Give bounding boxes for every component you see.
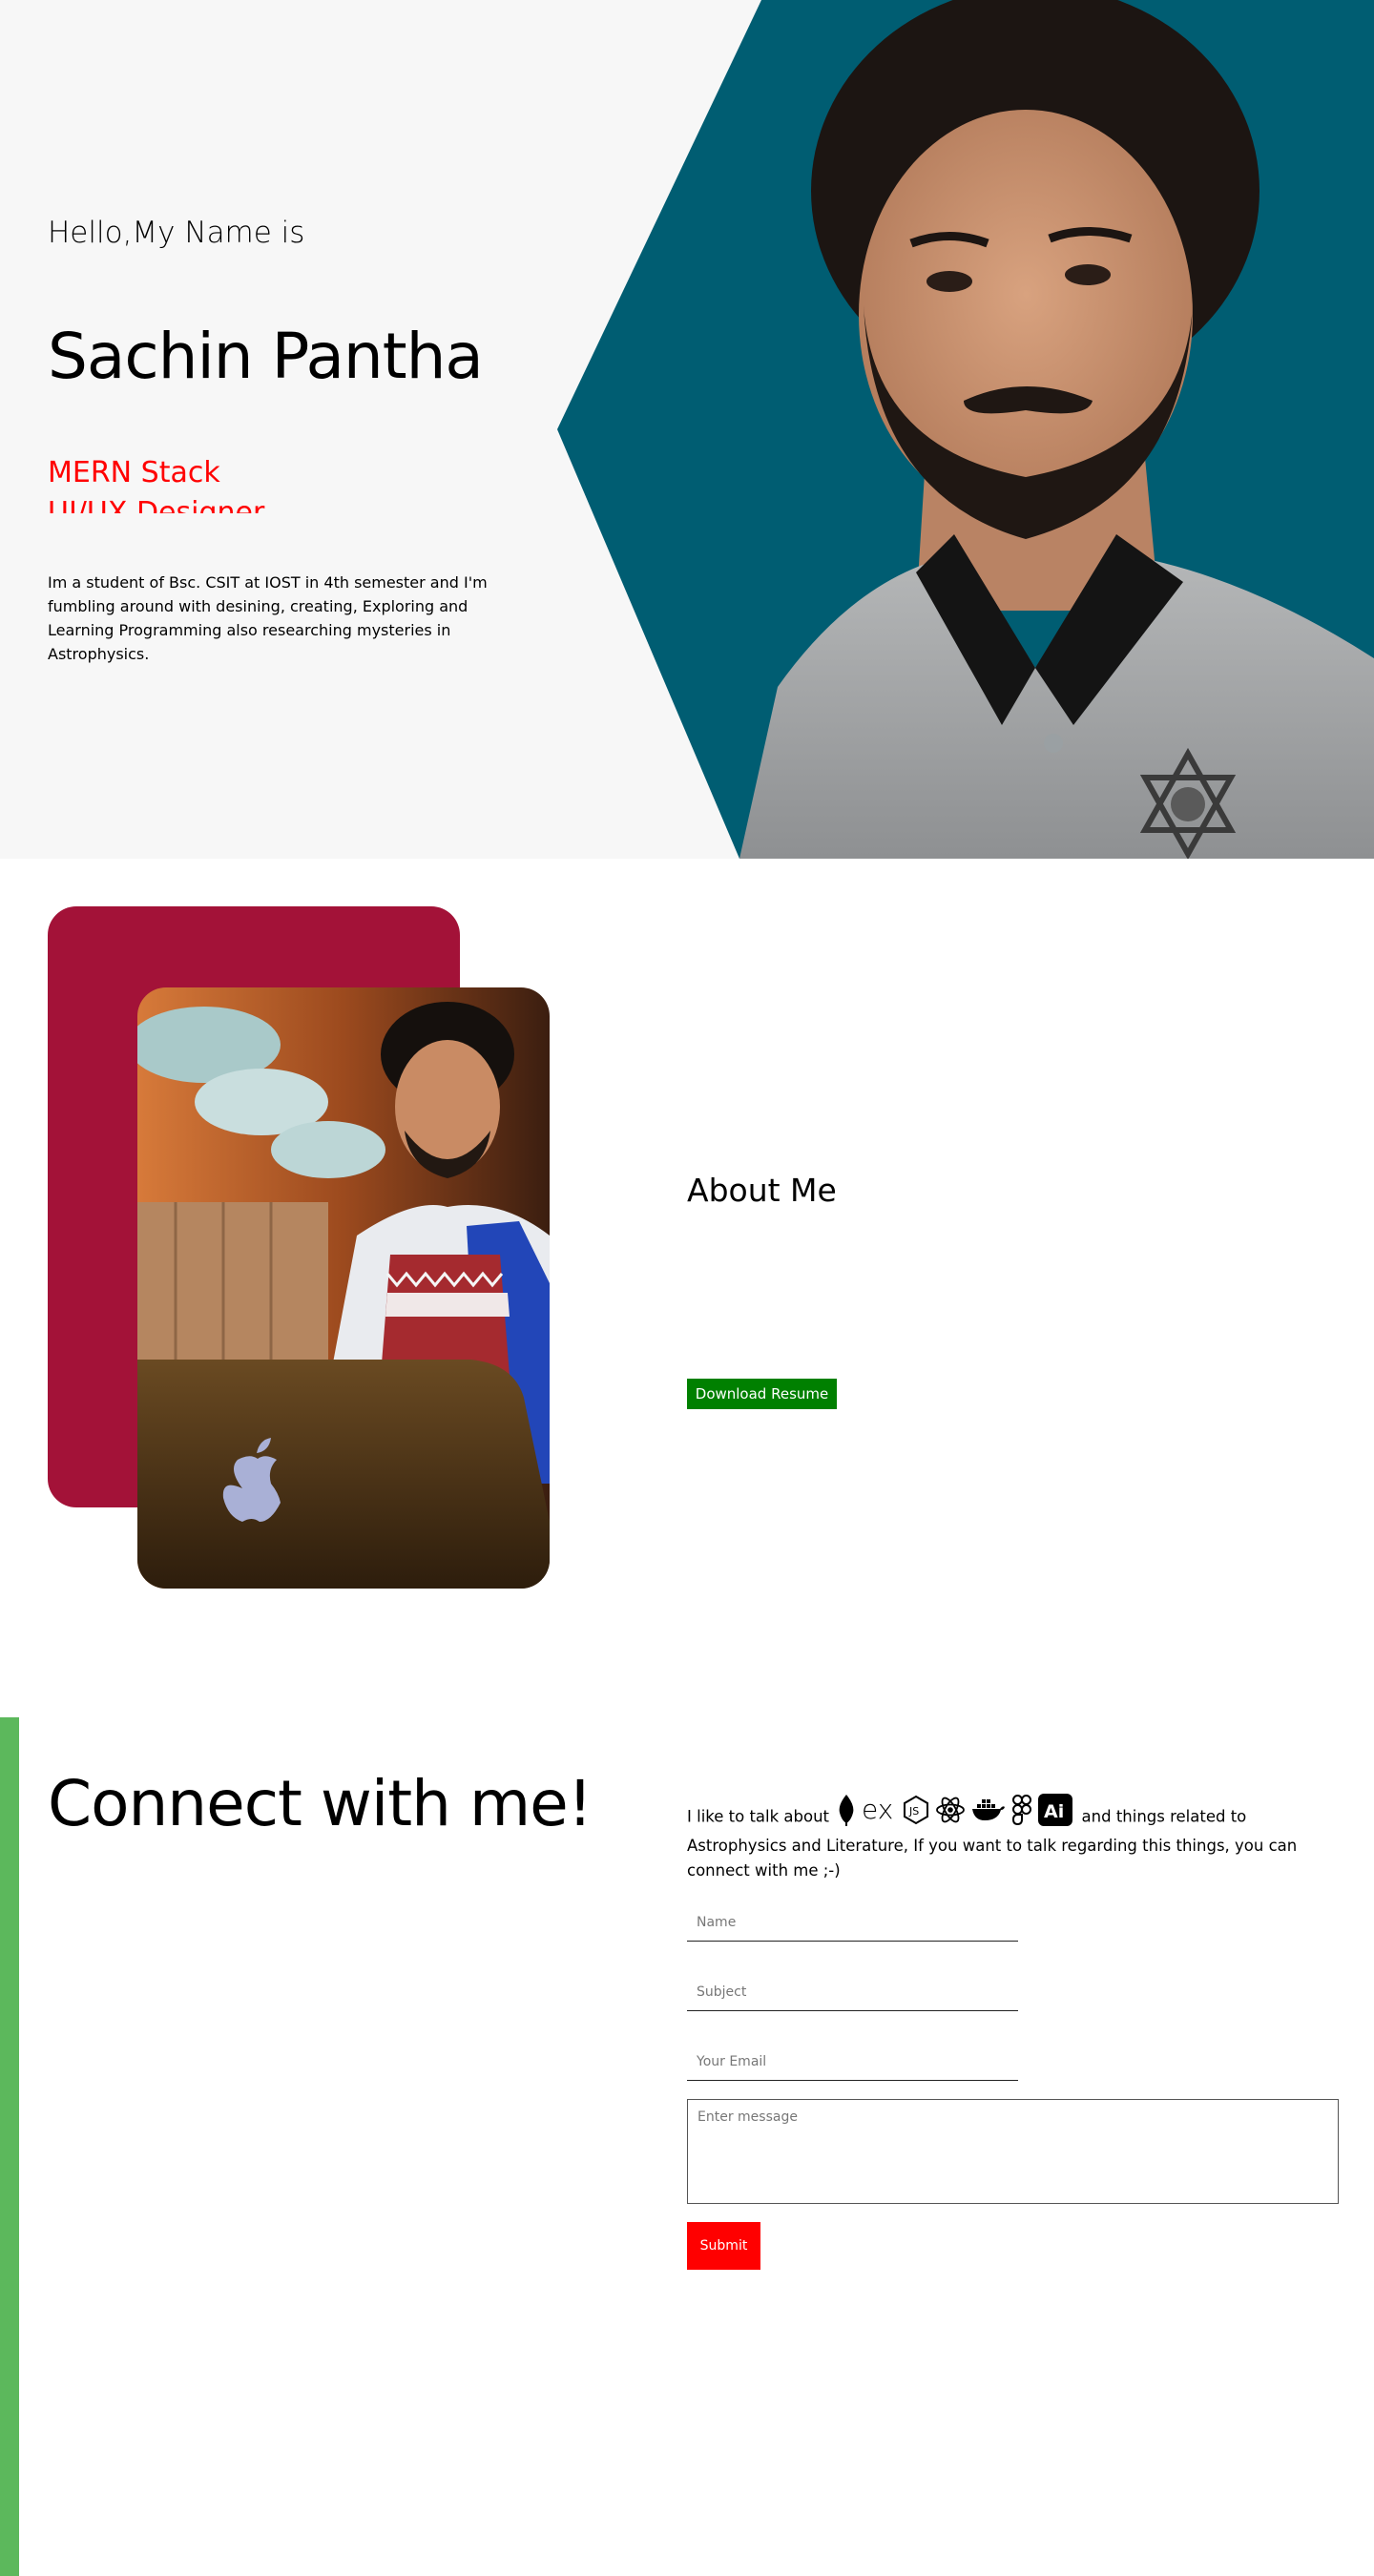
subject-input[interactable] — [687, 1973, 1018, 2011]
hero-section: Hello,My Name is Sachin Pantha MERN Stac… — [0, 0, 1374, 859]
connect-title: Connect with me! — [48, 1767, 593, 1840]
hero-name: Sachin Pantha — [48, 320, 484, 393]
email-input[interactable] — [687, 2043, 1018, 2081]
submit-button[interactable]: Submit — [687, 2222, 760, 2270]
figma-icon — [1012, 1795, 1032, 1826]
hero-portrait — [557, 0, 1374, 859]
svg-text:Ai: Ai — [1044, 1801, 1064, 1822]
hero-role: MERN Stack — [48, 456, 220, 489]
svg-text:JS: JS — [908, 1805, 919, 1818]
express-icon: ex — [862, 1796, 893, 1824]
connect-intro: I like to talk about ex JS Ai and things… — [687, 1794, 1326, 1883]
svg-text:ex: ex — [862, 1796, 893, 1824]
hero-roles-ticker: MERN Stack UI/UX Designer — [48, 452, 353, 513]
tech-icons: ex JS Ai — [838, 1794, 1073, 1826]
hero-bio: Im a student of Bsc. CSIT at IOST in 4th… — [48, 573, 488, 663]
download-resume-button[interactable]: Download Resume — [687, 1379, 837, 1409]
message-textarea[interactable] — [687, 2099, 1339, 2204]
mongodb-icon — [839, 1795, 854, 1826]
connect-accent-bar — [0, 1717, 19, 2576]
about-title: About Me — [687, 1172, 837, 1209]
nodejs-icon: JS — [904, 1795, 929, 1825]
hero-role: UI/UX Designer — [48, 496, 265, 513]
talk-prefix: I like to talk about — [687, 1807, 830, 1826]
about-photo — [137, 987, 550, 1589]
illustrator-icon: Ai — [1038, 1794, 1073, 1826]
hero-greeting: Hello,My Name is — [48, 216, 305, 250]
name-input[interactable] — [687, 1903, 1018, 1942]
react-icon — [936, 1797, 966, 1823]
docker-icon — [972, 1799, 1006, 1820]
